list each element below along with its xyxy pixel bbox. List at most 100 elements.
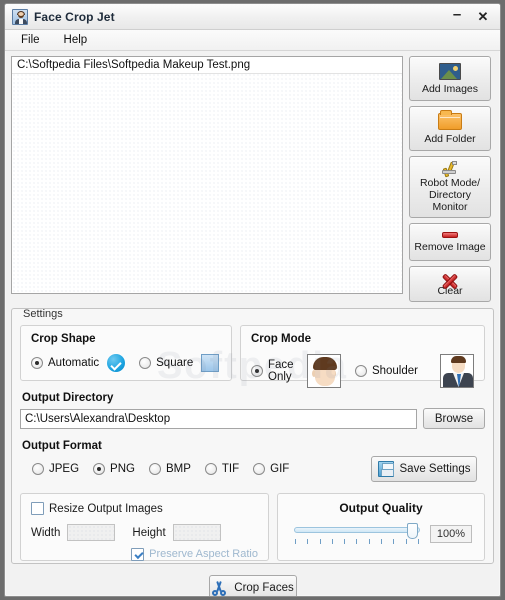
red-x-icon (440, 272, 460, 290)
radio-automatic[interactable]: Automatic (31, 357, 99, 369)
close-button[interactable]: ✕ (470, 6, 496, 28)
slider-ticks (295, 539, 419, 545)
window-title: Face Crop Jet (34, 9, 115, 24)
crop-mode-panel: Crop Mode Face Only Shoulder (240, 325, 485, 388)
app-window: Face Crop Jet – ✕ File Help C:\Softpedia… (4, 3, 501, 597)
settings-group: Settings Crop Shape Automatic Square Cro… (11, 308, 494, 596)
save-settings-label: Save Settings (399, 463, 471, 475)
output-quality-title: Output Quality (339, 501, 423, 515)
radio-format-jpeg-label: JPEG (49, 463, 80, 475)
height-input[interactable] (172, 524, 221, 541)
width-height-row: Width Height (31, 524, 258, 541)
radio-shoulder-label: Shoulder (371, 365, 418, 377)
radio-automatic-dot (31, 357, 43, 369)
main-content: C:\Softpedia Files\Softpedia Makeup Test… (5, 51, 500, 596)
radio-format-gif-label: GIF (270, 463, 290, 475)
shape-mode-row: Crop Shape Automatic Square Crop Mode Fa… (20, 325, 485, 388)
radio-square-dot (139, 357, 152, 369)
radio-format-bmp[interactable]: BMP (148, 463, 191, 475)
blue-check-icon (107, 354, 126, 372)
radio-shoulder[interactable]: Shoulder (354, 365, 418, 377)
crop-mode-options: Face Only Shoulder (251, 354, 474, 388)
radio-format-png[interactable]: PNG (93, 463, 135, 475)
crop-mode-title: Crop Mode (251, 333, 312, 345)
add-images-label: Add Images (421, 82, 479, 95)
face-thumbnail (306, 354, 341, 388)
menu-item-help[interactable]: Help (58, 32, 100, 49)
radio-format-tif-dot (204, 463, 217, 475)
blue-square-icon (201, 354, 220, 372)
folder-icon (438, 109, 462, 130)
output-format-options: JPEG PNG BMP TIF GIF (20, 463, 289, 475)
minimize-button[interactable]: – (444, 6, 470, 28)
slider-track (294, 527, 420, 533)
image-icon (439, 62, 461, 80)
output-quality-slider[interactable] (294, 523, 420, 545)
clear-button[interactable]: Clear (409, 266, 491, 302)
file-list[interactable]: C:\Softpedia Files\Softpedia Makeup Test… (11, 56, 403, 294)
remove-image-button[interactable]: Remove Image (409, 223, 491, 261)
preserve-aspect-ratio-label: Preserve Aspect Ratio (149, 548, 258, 560)
slider-handle[interactable] (407, 523, 418, 539)
crop-shape-panel: Crop Shape Automatic Square (20, 325, 232, 381)
app-person-icon (12, 8, 28, 25)
radio-format-jpeg-dot (32, 463, 44, 475)
height-label: Height (132, 526, 166, 539)
floppy-disk-icon (377, 461, 395, 477)
preserve-aspect-row[interactable]: Preserve Aspect Ratio (31, 548, 258, 561)
robot-arm-icon (439, 161, 461, 178)
resize-output-images-label: Resize Output Images (49, 502, 163, 515)
crop-faces-label: Crop Faces (234, 582, 294, 594)
output-format-row: JPEG PNG BMP TIF GIF Save Settings (20, 456, 485, 482)
resize-enable-row[interactable]: Resize Output Images (31, 502, 258, 515)
radio-format-jpeg[interactable]: JPEG (32, 463, 79, 475)
width-label: Width (31, 526, 61, 539)
window-controls: – ✕ (444, 4, 496, 30)
list-item[interactable]: C:\Softpedia Files\Softpedia Makeup Test… (12, 57, 402, 74)
output-directory-row: C:\Users\Alexandra\Desktop Browse (20, 408, 485, 429)
radio-format-tif[interactable]: TIF (204, 463, 240, 475)
scissors-icon (211, 580, 227, 596)
save-settings-button[interactable]: Save Settings (371, 456, 477, 482)
output-format-title: Output Format (22, 440, 102, 452)
crop-faces-button[interactable]: Crop Faces (208, 575, 297, 596)
top-area: C:\Softpedia Files\Softpedia Makeup Test… (11, 56, 494, 302)
radio-format-gif-dot (253, 463, 266, 475)
minus-icon (442, 231, 458, 238)
bottom-panels: Resize Output Images Width Height Preser… (20, 493, 485, 561)
side-button-column: Add Images Add Folder Robot Mode/ Direct… (409, 56, 491, 302)
radio-square[interactable]: Square (139, 357, 193, 369)
output-quality-value: 100% (430, 525, 472, 543)
settings-legend: Settings (23, 308, 63, 320)
radio-shoulder-dot (354, 365, 367, 377)
menu-bar: File Help (5, 30, 500, 51)
resize-output-images-checkbox[interactable] (31, 502, 44, 515)
radio-face-only[interactable]: Face Only (251, 359, 299, 383)
radio-square-label: Square (156, 357, 194, 369)
output-directory-input[interactable]: C:\Users\Alexandra\Desktop (20, 408, 417, 429)
output-quality-control: 100% (290, 523, 472, 545)
robot-mode-button[interactable]: Robot Mode/ Directory Monitor (409, 156, 491, 218)
bust-thumbnail (440, 354, 474, 388)
menu-item-file[interactable]: File (15, 32, 52, 49)
crop-shape-options: Automatic Square (31, 354, 221, 372)
radio-format-bmp-label: BMP (165, 463, 191, 475)
add-folder-button[interactable]: Add Folder (409, 106, 491, 151)
radio-format-bmp-dot (148, 463, 161, 475)
title-bar: Face Crop Jet – ✕ (5, 4, 500, 30)
browse-button[interactable]: Browse (423, 408, 485, 429)
add-images-button[interactable]: Add Images (409, 56, 491, 101)
add-folder-label: Add Folder (424, 132, 476, 145)
crop-faces-row: Crop Faces (20, 575, 485, 596)
output-directory-title: Output Directory (22, 392, 114, 404)
radio-format-tif-label: TIF (221, 463, 240, 475)
radio-format-gif[interactable]: GIF (253, 463, 289, 475)
radio-face-only-label: Face Only (268, 359, 294, 383)
resize-panel: Resize Output Images Width Height Preser… (20, 493, 269, 561)
radio-format-png-label: PNG (110, 463, 135, 475)
remove-image-label: Remove Image (414, 240, 486, 253)
crop-shape-title: Crop Shape (31, 333, 96, 345)
radio-format-png-dot (93, 463, 106, 475)
preserve-aspect-ratio-checkbox[interactable] (131, 548, 145, 561)
width-input[interactable] (67, 524, 116, 541)
